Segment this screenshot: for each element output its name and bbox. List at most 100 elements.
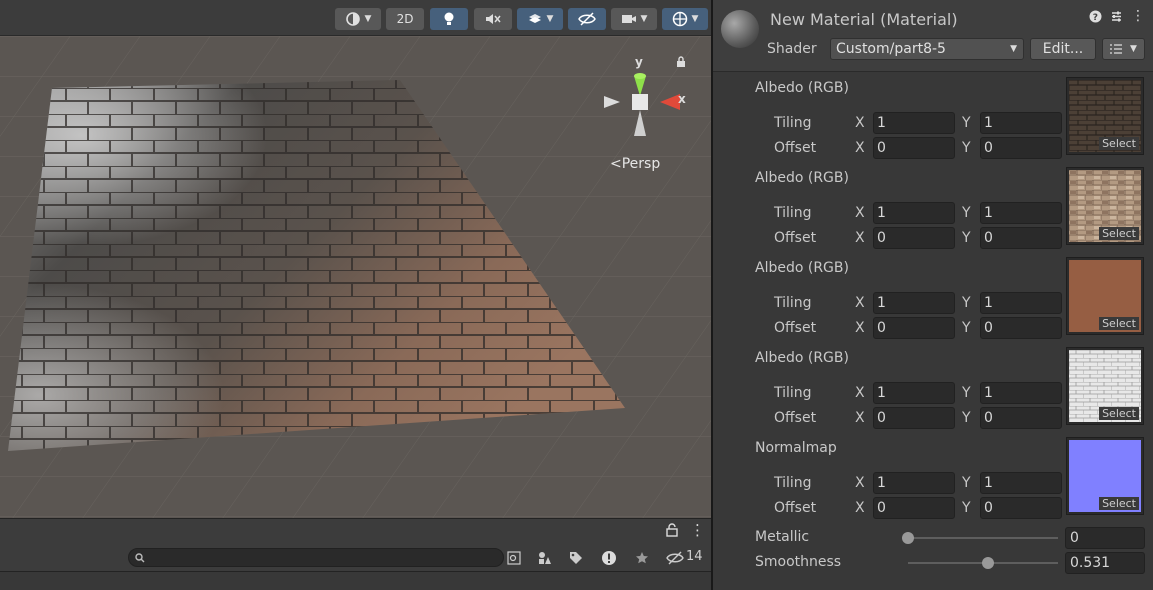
favorites-icon[interactable] [633, 549, 651, 567]
edit-shader-button[interactable]: Edit... [1030, 38, 1096, 60]
metallic-slider-knob[interactable] [902, 532, 914, 544]
tiling-y-field[interactable]: 1 [980, 472, 1062, 494]
hidden-count: 14 [686, 549, 703, 564]
perspective-icon: < [610, 156, 622, 172]
gizmos-button[interactable]: ▼ [662, 8, 708, 30]
select-texture-button[interactable]: Select [1099, 407, 1139, 420]
offset-x-field[interactable]: 0 [873, 497, 955, 519]
material-preview-icon [721, 10, 759, 48]
axis-y-label: Y [962, 115, 971, 131]
lock-icon[interactable] [676, 56, 686, 72]
scene-toolbar: ▼ 2D ▼ ▼ ▼ [0, 0, 711, 36]
offset-x-field[interactable]: 0 [873, 227, 955, 249]
select-texture-button[interactable]: Select [1099, 317, 1139, 330]
select-texture-button[interactable]: Select [1099, 497, 1139, 510]
smoothness-slider-knob[interactable] [981, 557, 994, 569]
offset-y-field[interactable]: 0 [980, 317, 1062, 339]
tiling-y-field[interactable]: 1 [980, 292, 1062, 314]
gizmo-x-label: x [678, 92, 686, 106]
tiling-y-field[interactable]: 1 [980, 202, 1062, 224]
hidden-packages-icon[interactable] [666, 549, 684, 567]
smoothness-label: Smoothness [755, 554, 842, 570]
tiling-y-field[interactable]: 1 [980, 112, 1062, 134]
tiling-label: Tiling [774, 115, 812, 131]
offset-y-field[interactable]: 0 [980, 227, 1062, 249]
offset-x-field[interactable]: 0 [873, 407, 955, 429]
shader-value: Custom/part8-5 [836, 41, 946, 57]
metallic-value-field[interactable]: 0 [1065, 527, 1145, 549]
axis-y-label: Y [962, 410, 971, 426]
gizmo-y-label: y [635, 55, 643, 69]
smoothness-value-field[interactable]: 0.531 [1065, 552, 1145, 574]
search-window-icon[interactable] [505, 549, 523, 567]
effects-toggle[interactable]: ▼ [517, 8, 563, 30]
offset-y-field[interactable]: 0 [980, 407, 1062, 429]
scene-render: y x [0, 36, 711, 518]
metallic-slider[interactable] [908, 537, 1058, 539]
search-input[interactable] [128, 548, 504, 567]
axis-y-label: Y [962, 295, 971, 311]
lighting-toggle[interactable] [430, 8, 468, 30]
axis-x-label: X [855, 230, 865, 246]
audio-toggle[interactable] [474, 8, 512, 30]
more-icon[interactable]: ⋮ [690, 521, 705, 539]
more-icon[interactable]: ⋮ [1131, 9, 1145, 27]
axis-y-label: Y [962, 385, 971, 401]
offset-y-field[interactable]: 0 [980, 497, 1062, 519]
texture-thumbnail[interactable]: Select [1066, 77, 1144, 155]
select-texture-button[interactable]: Select [1099, 137, 1139, 150]
chevron-down-icon: ▼ [640, 14, 648, 24]
project-content [0, 572, 711, 590]
mode-2d-toggle[interactable]: 2D [386, 8, 424, 30]
gizmos-icon [672, 11, 687, 27]
texture-thumbnail[interactable]: Select [1066, 167, 1144, 245]
filter-by-label-icon[interactable] [567, 549, 585, 567]
axis-x-label: X [855, 500, 865, 516]
tiling-x-field[interactable]: 1 [873, 472, 955, 494]
offset-y-field[interactable]: 0 [980, 137, 1062, 159]
texture-label: Albedo (RGB) [755, 260, 849, 276]
texture-thumbnail[interactable]: Select [1066, 437, 1144, 515]
tiling-x-field[interactable]: 1 [873, 112, 955, 134]
tiling-label: Tiling [774, 385, 812, 401]
camera-settings-button[interactable]: ▼ [611, 8, 657, 30]
camera-icon [621, 15, 636, 23]
tiling-label: Tiling [774, 205, 812, 221]
tiling-y-field[interactable]: 1 [980, 382, 1062, 404]
offset-x-field[interactable]: 0 [873, 317, 955, 339]
texture-thumbnail[interactable]: Select [1066, 257, 1144, 335]
shading-mode-button[interactable]: ▼ [335, 8, 381, 30]
lock-icon[interactable] [666, 523, 678, 541]
axis-x-label: X [855, 140, 865, 156]
chevron-down-icon: ▼ [1130, 44, 1137, 54]
filter-by-type-icon[interactable] [536, 549, 554, 567]
tiling-x-field[interactable]: 1 [873, 202, 955, 224]
texture-thumbnail[interactable]: Select [1066, 347, 1144, 425]
tiling-x-field[interactable]: 1 [873, 382, 955, 404]
scene-visibility-toggle[interactable] [568, 8, 606, 30]
help-icon[interactable]: ? [1089, 10, 1102, 27]
tiling-x-field[interactable]: 1 [873, 292, 955, 314]
texture-label: Albedo (RGB) [755, 350, 849, 366]
axis-y-label: Y [962, 230, 971, 246]
shader-dropdown[interactable]: Custom/part8-5 ▼ [830, 38, 1024, 60]
axis-x-label: X [855, 475, 865, 491]
texture-slot: Albedo (RGB) Tiling X 1 Y 1 Offset X 0 Y… [713, 77, 1153, 170]
offset-x-field[interactable]: 0 [873, 137, 955, 159]
axis-y-label: Y [962, 500, 971, 516]
shading-mode-icon [345, 12, 360, 26]
shader-list-button[interactable]: ▼ [1102, 38, 1145, 60]
project-toolbar: 14 [0, 544, 711, 572]
warning-icon[interactable] [600, 549, 618, 567]
camera-projection-label[interactable]: <Persp [610, 156, 660, 172]
chevron-down-icon: ▼ [1010, 44, 1017, 54]
axis-x-label: X [855, 205, 865, 221]
scene-canvas[interactable]: y x <Persp [0, 36, 711, 518]
material-title: New Material (Material) [770, 10, 958, 29]
lighting-icon [444, 12, 454, 25]
axis-x-label: X [855, 385, 865, 401]
preset-icon[interactable] [1110, 10, 1123, 27]
axis-y-label: Y [962, 140, 971, 156]
scene-view[interactable]: ▼ 2D ▼ ▼ ▼ y x <Persp ⋮ 14 [0, 0, 711, 590]
select-texture-button[interactable]: Select [1099, 227, 1139, 240]
